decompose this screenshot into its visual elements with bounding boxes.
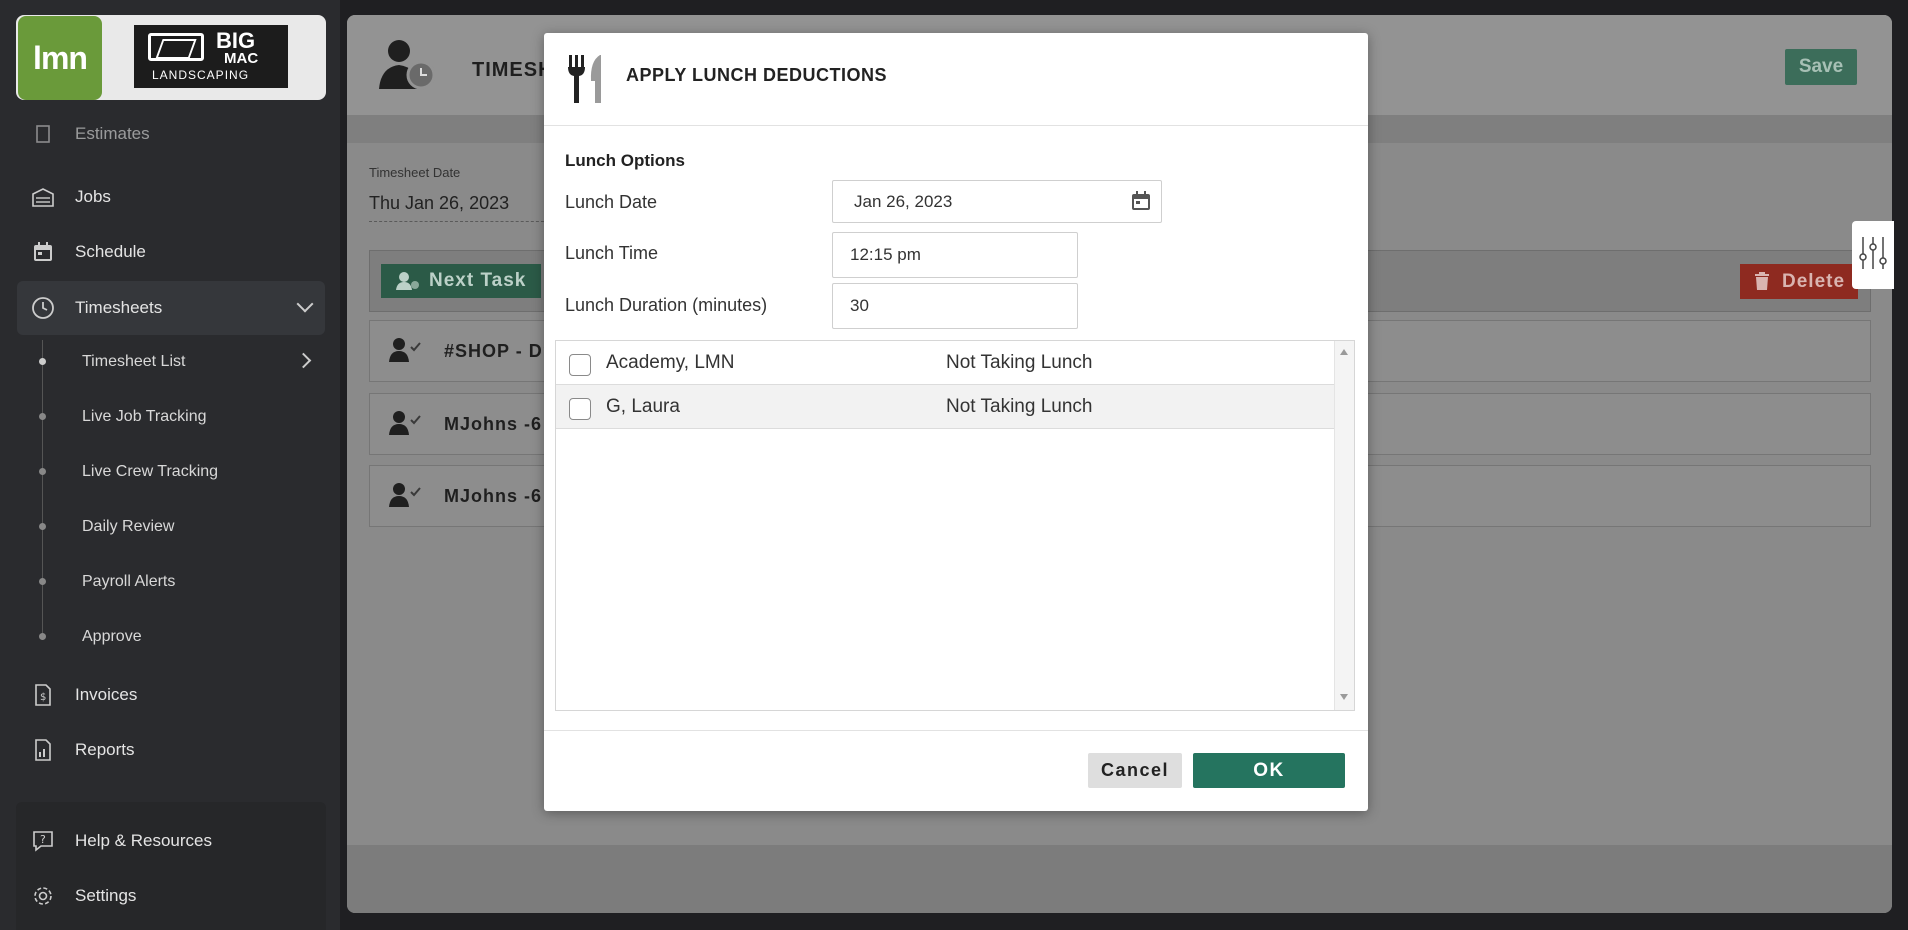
lunch-date-label: Lunch Date [565, 192, 658, 212]
submenu-dot [39, 523, 46, 530]
main-footer [347, 845, 1892, 913]
person-check-icon [388, 410, 422, 441]
lunch-status: Not Taking Lunch [946, 352, 1093, 373]
submenu-dot [39, 633, 46, 640]
lunch-date-value: Jan 26, 2023 [854, 191, 953, 211]
report-icon [29, 736, 57, 764]
company-logo-mark [148, 33, 204, 61]
jobs-icon [29, 183, 57, 211]
brand-header: lmn BIG MAC LANDSCAPING [16, 15, 326, 100]
sidebar-item-label: Help & Resources [75, 831, 213, 850]
submenu-live-job-tracking[interactable]: Live Job Tracking [82, 408, 207, 426]
sliders-icon [1858, 235, 1888, 276]
sidebar-item-jobs[interactable]: Jobs [17, 172, 325, 222]
lmn-logo-text: lmn [33, 39, 88, 76]
person-check-icon [388, 482, 422, 513]
scroll-up-arrow-icon[interactable] [1340, 349, 1348, 355]
filter-panel-toggle[interactable] [1852, 221, 1894, 289]
sidebar-item-timesheets[interactable]: Timesheets [17, 281, 325, 335]
sidebar-item-invoices[interactable]: $ Invoices [17, 670, 325, 720]
sidebar-item-label: Jobs [75, 187, 111, 206]
sidebar-item-label: Invoices [75, 685, 138, 704]
delete-label: Delete [1782, 270, 1846, 292]
employee-checkbox[interactable] [569, 398, 591, 420]
timesheet-row-text: #SHOP - Dr [444, 341, 551, 361]
next-task-button[interactable]: Next Task [381, 264, 541, 298]
help-icon: ? [29, 827, 57, 855]
dialog-footer: Cancel OK [544, 730, 1368, 811]
timesheet-person-icon [377, 37, 441, 98]
sidebar-item-estimates[interactable]: Estimates [17, 119, 325, 149]
submenu-approve[interactable]: Approve [82, 628, 142, 646]
sidebar: lmn BIG MAC LANDSCAPING Estimates Jobs S… [0, 0, 340, 930]
company-logo-mac: MAC [224, 50, 259, 67]
submenu-payroll-alerts[interactable]: Payroll Alerts [82, 573, 175, 591]
utensils-icon [566, 53, 606, 110]
lunch-date-field[interactable]: Jan 26, 2023 [832, 180, 1162, 223]
employee-checkbox[interactable] [569, 354, 591, 376]
lunch-duration-label: Lunch Duration (minutes) [565, 295, 768, 315]
submenu-line [42, 340, 43, 640]
company-logo: BIG MAC LANDSCAPING [134, 25, 288, 88]
sidebar-item-label: Reports [75, 740, 135, 759]
submenu-timesheet-list[interactable]: Timesheet List [82, 353, 185, 371]
svg-text:?: ? [40, 833, 46, 846]
list-item[interactable]: Academy, LMN Not Taking Lunch [556, 341, 1335, 385]
chevron-down-icon[interactable] [296, 295, 314, 313]
sidebar-item-label: Schedule [75, 242, 146, 261]
list-scrollbar[interactable] [1334, 341, 1354, 710]
employee-name: G, Laura [606, 396, 680, 417]
timesheet-date-label: Timesheet Date [369, 165, 461, 180]
sidebar-item-settings[interactable]: Settings [17, 871, 325, 921]
page-title: TIMESH [472, 59, 554, 81]
employee-name: Academy, LMN [606, 352, 735, 373]
lunch-time-input[interactable] [832, 232, 1078, 278]
scroll-down-arrow-icon[interactable] [1340, 694, 1348, 700]
company-logo-sub: LANDSCAPING [152, 68, 250, 82]
estimate-icon [29, 120, 57, 148]
sidebar-item-schedule[interactable]: Schedule [17, 227, 325, 277]
lunch-duration-input[interactable] [832, 283, 1078, 329]
lmn-logo[interactable]: lmn [18, 16, 102, 100]
invoice-icon: $ [29, 681, 57, 709]
clock-icon [29, 294, 57, 322]
submenu-daily-review[interactable]: Daily Review [82, 518, 174, 536]
dialog-title: APPLY LUNCH DEDUCTIONS [626, 65, 888, 85]
submenu-live-crew-tracking[interactable]: Live Crew Tracking [82, 463, 218, 481]
svg-text:$: $ [40, 692, 46, 703]
trash-icon [1754, 272, 1770, 296]
ok-button[interactable]: OK [1193, 753, 1345, 788]
lunch-time-label: Lunch Time [565, 243, 659, 263]
sidebar-item-reports[interactable]: Reports [17, 725, 325, 775]
employee-lunch-list: Academy, LMN Not Taking Lunch G, Laura N… [555, 340, 1355, 711]
calendar-icon[interactable] [1129, 189, 1153, 218]
dialog-header: APPLY LUNCH DEDUCTIONS [544, 33, 1368, 126]
submenu-dot [39, 578, 46, 585]
timesheet-row-text: MJohns -6 [444, 486, 543, 506]
submenu-dot [39, 468, 46, 475]
list-item[interactable]: G, Laura Not Taking Lunch [556, 385, 1335, 429]
submenu-dot [39, 358, 46, 365]
sidebar-item-label: Estimates [75, 124, 150, 143]
sidebar-item-label: Settings [75, 886, 137, 905]
timesheet-row-text: MJohns -6 [444, 414, 543, 434]
add-person-icon [395, 271, 421, 297]
save-button[interactable]: Save [1785, 49, 1857, 85]
lunch-options-heading: Lunch Options [565, 151, 685, 170]
next-task-label: Next Task [429, 270, 527, 291]
delete-button[interactable]: Delete [1740, 264, 1858, 299]
gear-icon [29, 882, 57, 910]
sidebar-item-help[interactable]: ? Help & Resources [17, 816, 325, 866]
sidebar-item-label: Timesheets [75, 298, 163, 317]
lunch-deductions-dialog: APPLY LUNCH DEDUCTIONS Lunch Options Lun… [544, 33, 1368, 811]
lunch-status: Not Taking Lunch [946, 396, 1093, 417]
calendar-icon [29, 238, 57, 266]
cancel-button[interactable]: Cancel [1088, 753, 1182, 788]
submenu-dot [39, 413, 46, 420]
person-check-icon [388, 337, 422, 368]
chevron-right-icon[interactable] [295, 352, 312, 369]
timesheet-date-field[interactable]: Thu Jan 26, 2023 [369, 193, 549, 222]
company-logo-big: BIG [216, 28, 256, 53]
